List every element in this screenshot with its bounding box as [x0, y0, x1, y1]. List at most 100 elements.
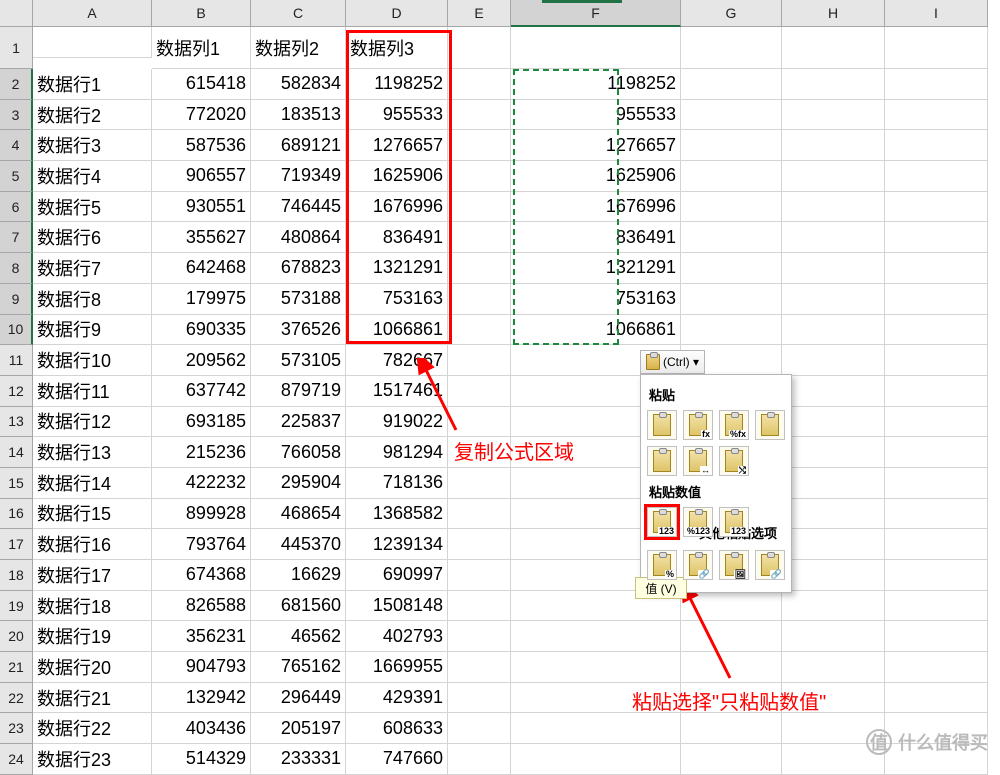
cell-G24[interactable] [681, 744, 782, 775]
row-header-9[interactable]: 9 [0, 284, 33, 315]
cell-B6[interactable]: 930551 [152, 192, 251, 223]
cell-H4[interactable] [782, 130, 885, 161]
cell-E2[interactable] [448, 69, 511, 100]
row-header-19[interactable]: 19 [0, 591, 33, 622]
cell-A1[interactable] [33, 27, 152, 58]
cell-C8[interactable]: 678823 [251, 253, 346, 284]
cell-D21[interactable]: 1669955 [346, 652, 448, 683]
cell-I13[interactable] [885, 407, 988, 438]
cell-A18[interactable]: 数据行17 [33, 560, 152, 591]
cell-A10[interactable]: 数据行9 [33, 315, 152, 346]
cell-E21[interactable] [448, 652, 511, 683]
cell-C6[interactable]: 746445 [251, 192, 346, 223]
cell-D4[interactable]: 1276657 [346, 130, 448, 161]
cell-A16[interactable]: 数据行15 [33, 499, 152, 530]
cell-B18[interactable]: 674368 [152, 560, 251, 591]
cell-E5[interactable] [448, 161, 511, 192]
cell-I20[interactable] [885, 621, 988, 652]
cell-B23[interactable]: 403436 [152, 713, 251, 744]
cell-E20[interactable] [448, 621, 511, 652]
cell-F2[interactable]: 1198252 [511, 69, 681, 100]
cell-A13[interactable]: 数据行12 [33, 407, 152, 438]
cell-D18[interactable]: 690997 [346, 560, 448, 591]
cell-I15[interactable] [885, 468, 988, 499]
cell-E1[interactable] [448, 27, 511, 69]
cell-A3[interactable]: 数据行2 [33, 100, 152, 131]
row-header-17[interactable]: 17 [0, 529, 33, 560]
cell-H16[interactable] [782, 499, 885, 530]
cell-C12[interactable]: 879719 [251, 376, 346, 407]
cell-G7[interactable] [681, 222, 782, 253]
cell-F5[interactable]: 1625906 [511, 161, 681, 192]
cell-I7[interactable] [885, 222, 988, 253]
cell-D17[interactable]: 1239134 [346, 529, 448, 560]
cell-I14[interactable] [885, 437, 988, 468]
cell-I19[interactable] [885, 591, 988, 622]
cell-B19[interactable]: 826588 [152, 591, 251, 622]
row-header-11[interactable]: 11 [0, 345, 33, 376]
cell-G1[interactable] [681, 27, 782, 69]
cell-I3[interactable] [885, 100, 988, 131]
cell-E17[interactable] [448, 529, 511, 560]
cell-I2[interactable] [885, 69, 988, 100]
cell-H18[interactable] [782, 560, 885, 591]
cell-A19[interactable]: 数据行18 [33, 591, 152, 622]
cell-I11[interactable] [885, 345, 988, 376]
paste-formulas-icon[interactable]: fx [683, 410, 713, 440]
cell-B5[interactable]: 906557 [152, 161, 251, 192]
cell-C18[interactable]: 16629 [251, 560, 346, 591]
cell-F24[interactable] [511, 744, 681, 775]
cell-I16[interactable] [885, 499, 988, 530]
cell-D7[interactable]: 836491 [346, 222, 448, 253]
cell-I4[interactable] [885, 130, 988, 161]
cell-B21[interactable]: 904793 [152, 652, 251, 683]
column-header-E[interactable]: E [448, 0, 511, 27]
cell-B2[interactable]: 615418 [152, 69, 251, 100]
cell-G9[interactable] [681, 284, 782, 315]
cell-C19[interactable]: 681560 [251, 591, 346, 622]
cell-B12[interactable]: 637742 [152, 376, 251, 407]
cell-F8[interactable]: 1321291 [511, 253, 681, 284]
cell-E6[interactable] [448, 192, 511, 223]
cell-A8[interactable]: 数据行7 [33, 253, 152, 284]
cell-I22[interactable] [885, 683, 988, 714]
cell-H6[interactable] [782, 192, 885, 223]
cell-D1[interactable]: 数据列3 [346, 27, 448, 69]
row-header-10[interactable]: 10 [0, 315, 33, 346]
cell-D16[interactable]: 1368582 [346, 499, 448, 530]
cell-H5[interactable] [782, 161, 885, 192]
paste-no-borders-icon[interactable] [647, 446, 677, 476]
cell-A14[interactable]: 数据行13 [33, 437, 152, 468]
cell-C14[interactable]: 766058 [251, 437, 346, 468]
cell-A24[interactable]: 数据行23 [33, 744, 152, 775]
cell-C23[interactable]: 205197 [251, 713, 346, 744]
cell-F9[interactable]: 753163 [511, 284, 681, 315]
cell-G23[interactable] [681, 713, 782, 744]
cell-E10[interactable] [448, 315, 511, 346]
cell-F4[interactable]: 1276657 [511, 130, 681, 161]
cell-C22[interactable]: 296449 [251, 683, 346, 714]
paste-column-widths-icon[interactable]: ↔ [683, 446, 713, 476]
paste-values-number-formatting-icon[interactable]: %123 [683, 507, 713, 537]
row-header-7[interactable]: 7 [0, 222, 33, 253]
cell-A21[interactable]: 数据行20 [33, 652, 152, 683]
cell-B11[interactable]: 209562 [152, 345, 251, 376]
cell-D6[interactable]: 1676996 [346, 192, 448, 223]
cell-B16[interactable]: 899928 [152, 499, 251, 530]
row-header-18[interactable]: 18 [0, 560, 33, 591]
cell-D23[interactable]: 608633 [346, 713, 448, 744]
cell-F3[interactable]: 955533 [511, 100, 681, 131]
cell-B14[interactable]: 215236 [152, 437, 251, 468]
cell-H20[interactable] [782, 621, 885, 652]
cell-E7[interactable] [448, 222, 511, 253]
cell-D2[interactable]: 1198252 [346, 69, 448, 100]
cell-E9[interactable] [448, 284, 511, 315]
cell-H3[interactable] [782, 100, 885, 131]
cell-A7[interactable]: 数据行6 [33, 222, 152, 253]
cell-A11[interactable]: 数据行10 [33, 345, 152, 376]
cell-E24[interactable] [448, 744, 511, 775]
column-header-D[interactable]: D [346, 0, 448, 27]
cell-B9[interactable]: 179975 [152, 284, 251, 315]
spreadsheet-grid[interactable]: ABCDEFGHI1数据列1数据列2数据列32数据行16154185828341… [0, 0, 1000, 775]
cell-G6[interactable] [681, 192, 782, 223]
